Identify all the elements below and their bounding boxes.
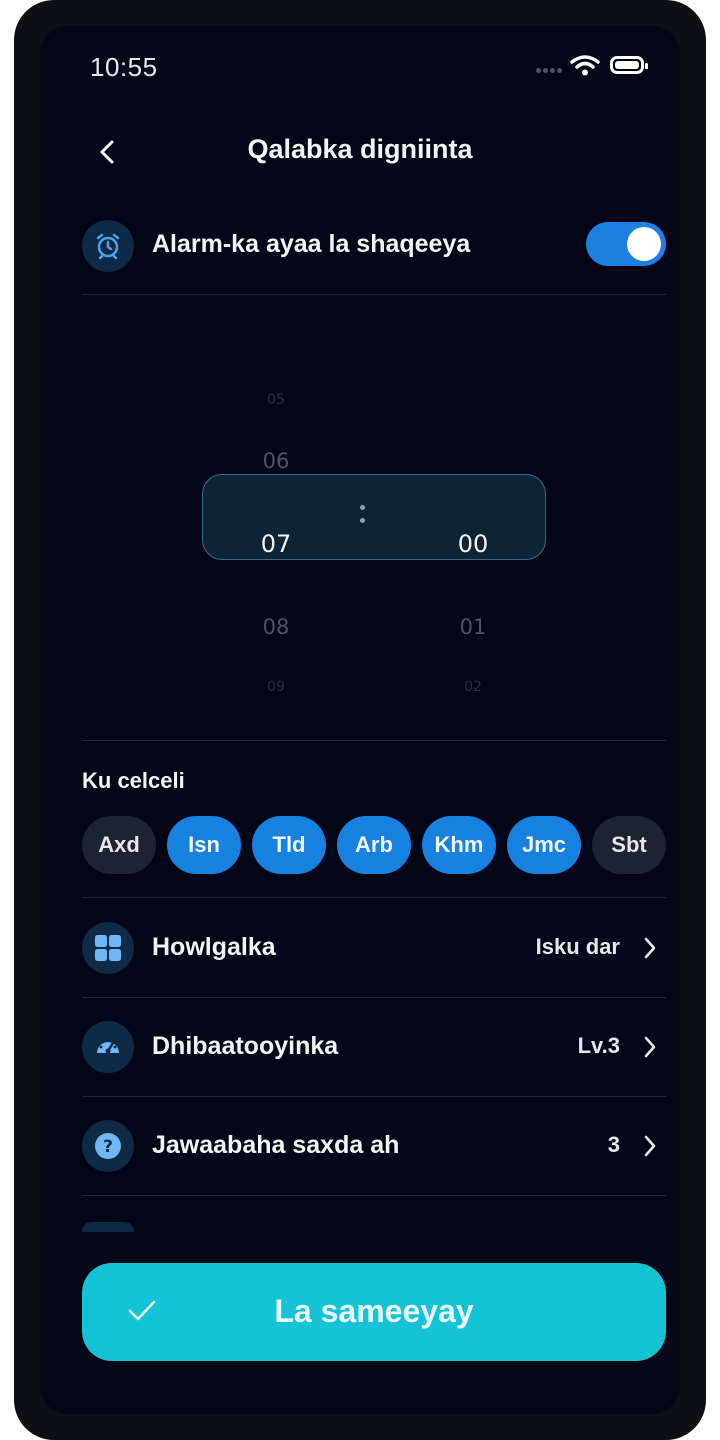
chevron-right-icon (644, 1036, 656, 1058)
day-chip-isn[interactable]: Isn (167, 816, 241, 874)
hour-selected[interactable]: 07 (236, 530, 316, 558)
repeat-days: Axd Isn Tld Arb Khm Jmc Sbt (82, 816, 666, 874)
setting-row-difficulty[interactable]: Dhibaatooyinka Lv.3 (82, 997, 666, 1096)
alarm-enable-toggle[interactable] (586, 222, 666, 266)
hour-option[interactable]: 08 (236, 615, 316, 639)
page-title: Qalabka digniinta (247, 134, 473, 164)
battery-icon (610, 56, 648, 74)
app-screen: 10:55 Qalabka digniinta Alarm-ka ayaa la… (40, 26, 680, 1414)
setting-value: Isku dar (535, 934, 620, 959)
divider (82, 294, 666, 295)
status-time: 10:55 (90, 52, 158, 82)
grid-icon (82, 922, 134, 974)
alarm-clock-icon (82, 220, 134, 272)
wifi-icon (570, 55, 600, 76)
setting-value: 3 (607, 1132, 620, 1157)
day-chip-arb[interactable]: Arb (337, 816, 411, 874)
svg-text:?: ? (103, 1137, 113, 1157)
next-row-icon-peek (82, 1222, 134, 1232)
done-button-label: La sameeyay (274, 1293, 474, 1329)
time-separator (360, 505, 366, 531)
time-picker[interactable]: 05 06 07 08 09 00 01 02 (40, 326, 680, 726)
toggle-knob (627, 227, 661, 261)
alarm-enable-label: Alarm-ka ayaa la shaqeeya (152, 230, 471, 258)
status-bar: 10:55 (40, 26, 680, 106)
repeat-label: Ku celceli (82, 768, 185, 793)
speedometer-icon (82, 1021, 134, 1073)
device-frame: 10:55 Qalabka digniinta Alarm-ka ayaa la… (14, 0, 706, 1440)
minute-selected[interactable]: 00 (433, 530, 513, 558)
day-chip-sbt[interactable]: Sbt (592, 816, 666, 874)
hour-option[interactable]: 09 (236, 679, 316, 695)
minute-option[interactable]: 01 (433, 615, 513, 639)
setting-label: Jawaabaha saxda ah (152, 1131, 400, 1159)
hour-option[interactable]: 05 (236, 392, 316, 408)
divider (82, 1195, 666, 1196)
day-chip-tld[interactable]: Tld (252, 816, 326, 874)
question-icon: ? (82, 1120, 134, 1172)
chevron-right-icon (644, 1135, 656, 1157)
setting-value: Lv.3 (577, 1033, 620, 1058)
day-chip-jmc[interactable]: Jmc (507, 816, 581, 874)
day-chip-khm[interactable]: Khm (422, 816, 496, 874)
setting-row-mission[interactable]: Howlgalka Isku dar (82, 898, 666, 997)
chevron-right-icon (644, 937, 656, 959)
hour-option[interactable]: 06 (236, 449, 316, 473)
setting-label: Howlgalka (152, 933, 276, 961)
divider (82, 740, 666, 741)
day-chip-axd[interactable]: Axd (82, 816, 156, 874)
cellular-signal-icon (536, 68, 566, 74)
setting-label: Dhibaatooyinka (152, 1032, 339, 1060)
done-button[interactable]: La sameeyay (82, 1263, 666, 1361)
setting-row-correct-answers[interactable]: ? Jawaabaha saxda ah 3 (82, 1096, 666, 1195)
minute-option[interactable]: 02 (433, 679, 513, 695)
header: Qalabka digniinta (40, 122, 680, 182)
alarm-enable-row: Alarm-ka ayaa la shaqeeya (82, 218, 666, 274)
